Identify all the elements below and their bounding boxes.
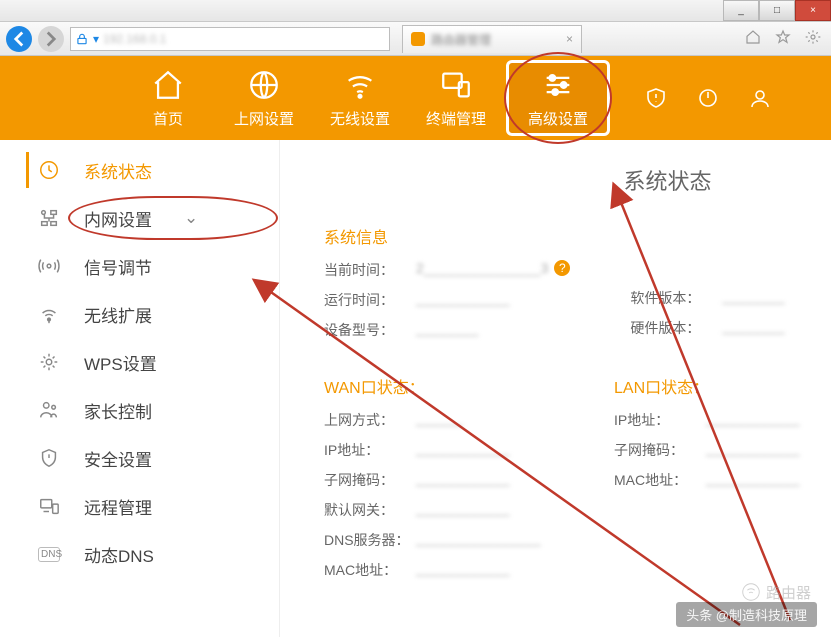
sidebar-item-security[interactable]: 安全设置 [0,434,279,482]
nav-home[interactable]: 首页 [120,56,216,140]
window-titlebar: _ □ × [0,0,831,22]
lan-icon [38,207,60,229]
row-lan-ip: IP地址：____________ [614,410,831,430]
sidebar: 系统状态 内网设置 ⌄ 信号调节 无线扩展 WPS设置 家长控制 安全设置 [0,140,280,637]
sidebar-item-label: 远程管理 [84,494,152,519]
dns-icon: DNS [38,547,60,562]
sidebar-item-system-status[interactable]: 系统状态 [0,146,279,194]
help-icon[interactable]: ? [554,260,570,276]
gear-icon[interactable] [801,29,825,48]
wps-icon [38,351,60,373]
row-lan-mask: 子网掩码：____________ [614,440,831,460]
sidebar-item-remote[interactable]: 远程管理 [0,482,279,530]
row-wan-mac: MAC地址：____________ [324,560,554,580]
nav-user-icon[interactable] [734,56,786,140]
row-lan-mac: MAC地址：____________ [614,470,831,490]
main-nav: 首页 上网设置 无线设置 终端管理 高级设置 [0,56,831,140]
address-bar[interactable]: ▾ 192.168.0.1 [70,27,390,51]
window-close-button[interactable]: × [795,0,831,21]
home-icon[interactable] [741,29,765,48]
sidebar-item-signal[interactable]: 信号调节 [0,242,279,290]
remote-icon [38,495,60,517]
nav-power-icon[interactable] [682,56,734,140]
row-wan-mask: 子网掩码：____________ [324,470,554,490]
clock-icon [38,159,60,181]
sidebar-item-wps[interactable]: WPS设置 [0,338,279,386]
chevron-down-icon: ⌄ [184,208,198,228]
browser-toolbar: ▾ 192.168.0.1 路由器管理 × [0,22,831,56]
row-hw-version: 硬件版本：________ [630,318,831,338]
sidebar-item-parental[interactable]: 家长控制 [0,386,279,434]
section-wan-title: WAN口状态： [324,374,554,398]
nav-back-button[interactable] [6,26,32,52]
page-title: 系统状态 [514,164,821,196]
sidebar-item-label: WPS设置 [84,350,157,375]
nav-wireless-settings[interactable]: 无线设置 [312,56,408,140]
shield-icon [38,447,60,469]
main-area: 系统状态 内网设置 ⌄ 信号调节 无线扩展 WPS设置 家长控制 安全设置 [0,140,831,637]
row-uptime: 运行时间：____________ [324,290,570,310]
nav-security-icon[interactable] [630,56,682,140]
nav-terminal-management[interactable]: 终端管理 [408,56,504,140]
sidebar-item-label: 系统状态 [84,158,152,183]
window-maximize-button[interactable]: □ [759,0,795,21]
row-wan-mode: 上网方式：______ [324,410,554,430]
sidebar-item-label: 家长控制 [84,398,152,423]
row-wan-dns: DNS服务器：________________ [324,530,554,550]
nav-internet-settings[interactable]: 上网设置 [216,56,312,140]
row-wan-ip: IP地址：____________ [324,440,554,460]
extend-icon [38,303,60,325]
sidebar-item-label: 动态DNS [84,542,154,567]
row-current-time: 当前时间：2_______________3? [324,260,570,280]
sidebar-item-lan-settings[interactable]: 内网设置 ⌄ [0,194,279,242]
watermark-logo: 路由器 [740,581,811,603]
nav-advanced-settings[interactable]: 高级设置 [506,60,610,136]
sidebar-item-wireless-extend[interactable]: 无线扩展 [0,290,279,338]
browser-tab[interactable]: 路由器管理 × [402,25,582,53]
sidebar-item-label: 无线扩展 [84,302,152,327]
signal-icon [38,255,60,277]
window-minimize-button[interactable]: _ [723,0,759,21]
nav-forward-button[interactable] [38,26,64,52]
tab-title: 路由器管理 [431,31,491,48]
row-model: 设备型号：________ [324,320,570,340]
star-icon[interactable] [771,29,795,48]
parent-icon [38,399,60,421]
lock-icon [75,32,89,46]
watermark-text: 头条 @制造科技原理 [676,602,817,627]
sidebar-item-label: 信号调节 [84,254,152,279]
tab-close-button[interactable]: × [566,32,573,46]
content-panel: 系统状态 系统信息 当前时间：2_______________3? 运行时间：_… [280,140,831,637]
row-sw-version: 软件版本：________ [630,288,831,308]
row-wan-gateway: 默认网关：____________ [324,500,554,520]
sidebar-item-label: 内网设置 [84,206,152,231]
url-text: 192.168.0.1 [103,32,166,46]
section-sysinfo-title: 系统信息 [324,224,821,248]
sidebar-item-label: 安全设置 [84,446,152,471]
section-lan-title: LAN口状态： [614,374,831,398]
favicon [411,32,425,46]
sidebar-item-ddns[interactable]: DNS 动态DNS [0,530,279,578]
